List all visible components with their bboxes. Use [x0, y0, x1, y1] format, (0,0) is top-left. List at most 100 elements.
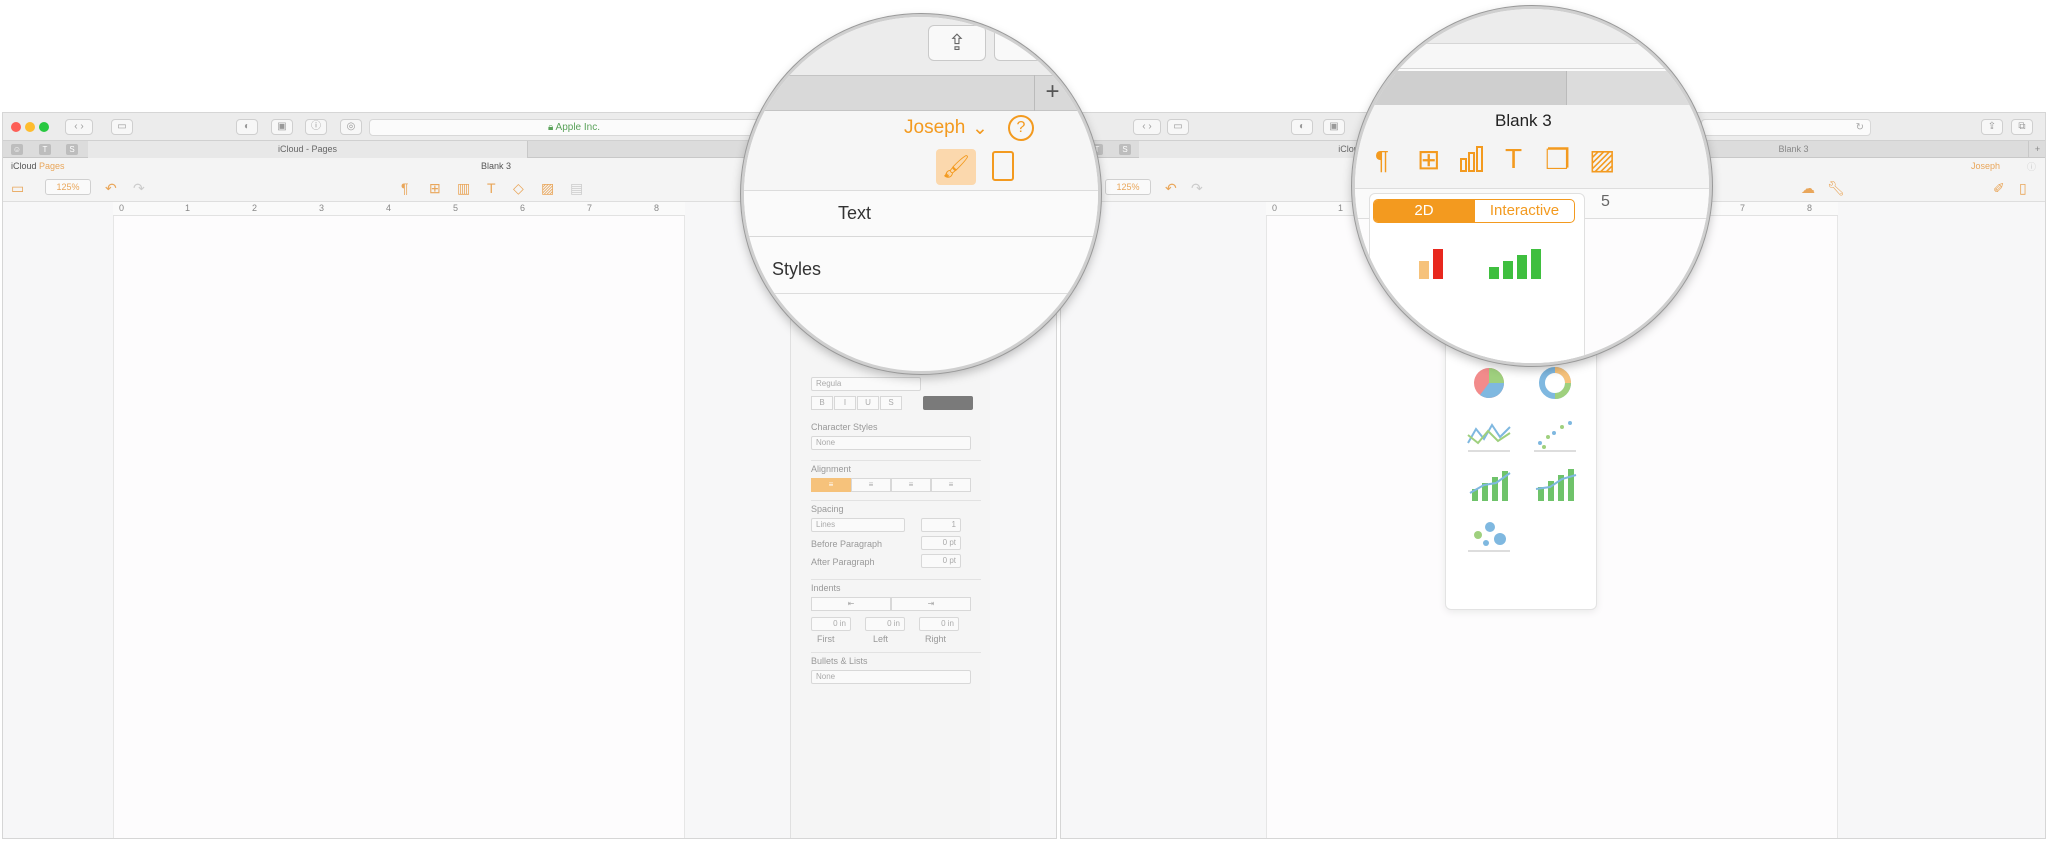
back-forward-buttons[interactable]: ‹ ›	[65, 119, 93, 135]
tabs-overview-button[interactable]	[994, 25, 1074, 61]
tab-text[interactable]: Text	[838, 203, 871, 224]
bullets-lists-select[interactable]: None	[811, 670, 971, 684]
bubble-chart-icon[interactable]	[1466, 513, 1512, 553]
bold-button[interactable]: B	[811, 396, 833, 410]
privacy-icon[interactable]: ◎	[340, 119, 362, 135]
stacked-column-chart-icon[interactable]	[1485, 247, 1545, 279]
format-brush-icon[interactable]: ✐	[1993, 180, 2005, 196]
new-tab-button[interactable]: +	[1034, 75, 1070, 111]
media-icon[interactable]: ▨	[1589, 143, 1615, 176]
reader-icon[interactable]: ◐	[236, 119, 258, 135]
address-bar[interactable]: 🔒︎ Apple Inc.	[369, 119, 779, 136]
character-styles-select[interactable]: None	[811, 436, 971, 450]
spacing-value-field[interactable]: 1	[921, 518, 961, 532]
document-setup-icon[interactable]	[992, 151, 1014, 181]
increase-indent-button[interactable]: ⇥	[891, 597, 971, 611]
font-style-select[interactable]: Regula	[811, 377, 921, 391]
tabs-overview-icon[interactable]: ⧉	[2011, 119, 2033, 135]
redo-icon[interactable]: ↷	[133, 180, 145, 196]
undo-icon[interactable]: ↶	[105, 180, 117, 196]
pie-chart-icon[interactable]	[1466, 363, 1512, 403]
collaborate-icon[interactable]: ☁	[1801, 180, 1815, 196]
two-axis-chart-icon[interactable]	[1532, 463, 1578, 503]
format-brush-icon[interactable]: 🖌︎	[936, 149, 976, 185]
indent-left-label: Left	[873, 634, 889, 644]
minimize-window-button[interactable]	[25, 122, 35, 132]
zoom-select[interactable]: 125%	[45, 179, 91, 195]
tab-icloud-pages[interactable]	[1375, 71, 1567, 105]
character-styles-label: Character Styles	[811, 422, 878, 432]
segment-2d[interactable]: 2D	[1374, 200, 1474, 222]
help-icon[interactable]: ?	[1008, 115, 1034, 141]
bookmark-icon-2[interactable]: S	[66, 144, 78, 155]
document-page[interactable]	[113, 216, 685, 838]
zoom-select[interactable]: 125%	[1105, 179, 1151, 195]
favorite-icon[interactable]: ☺	[11, 144, 23, 155]
spacing-mode-select[interactable]: Lines	[811, 518, 905, 532]
table-icon[interactable]: ⊞	[1417, 143, 1440, 176]
icloud-brand[interactable]: iCloud	[11, 161, 37, 171]
share-icon[interactable]: ⇪	[928, 25, 986, 61]
lock-icon[interactable]: ▣	[1323, 119, 1345, 135]
paragraph-icon[interactable]: ¶	[1375, 145, 1389, 176]
align-left-button[interactable]: ≡	[811, 478, 851, 492]
undo-icon[interactable]: ↶	[1165, 180, 1177, 196]
shape-icon[interactable]: ◇	[513, 180, 524, 196]
underline-button[interactable]: U	[857, 396, 879, 410]
info-icon[interactable]: ⓘ	[305, 119, 327, 135]
column-chart-icon[interactable]	[1415, 247, 1465, 279]
segment-interactive[interactable]: Interactive	[1474, 200, 1574, 222]
indent-right-field[interactable]: 0 in	[919, 617, 959, 631]
user-name[interactable]: Joseph	[1971, 161, 2000, 171]
magnified-address-bar[interactable]	[1365, 43, 1705, 69]
shape-icon[interactable]: ❐	[1545, 143, 1570, 176]
chart-icon[interactable]	[1459, 145, 1485, 173]
close-window-button[interactable]	[11, 122, 21, 132]
indent-left-field[interactable]: 0 in	[865, 617, 905, 631]
align-right-button[interactable]: ≡	[891, 478, 931, 492]
text-icon[interactable]: T	[1505, 143, 1522, 175]
mixed-chart-icon[interactable]	[1466, 463, 1512, 503]
bookmark-icon[interactable]: T	[39, 144, 51, 155]
media-icon[interactable]: ▨	[541, 180, 554, 196]
view-icon[interactable]: ▭	[11, 180, 24, 196]
zoom-window-button[interactable]	[39, 122, 49, 132]
text-color-swatch[interactable]	[923, 396, 973, 410]
table-icon[interactable]: ⊞	[429, 180, 441, 196]
tab-icloud-pages[interactable]: iCloud - Pages	[88, 141, 528, 158]
chart-icon[interactable]: ▥	[457, 180, 470, 196]
redo-icon[interactable]: ↷	[1191, 180, 1203, 196]
italic-button[interactable]: I	[834, 396, 856, 410]
paragraph-icon[interactable]: ¶	[401, 180, 409, 196]
sidebar-toggle-icon[interactable]: ▭	[111, 119, 133, 135]
indent-first-field[interactable]: 0 in	[811, 617, 851, 631]
before-paragraph-field[interactable]: 0 pt	[921, 536, 961, 550]
new-tab-button[interactable]: +	[2029, 141, 2045, 158]
decrease-indent-button[interactable]: ⇤	[811, 597, 891, 611]
donut-chart-icon[interactable]	[1532, 363, 1578, 403]
comment-icon[interactable]: ▤	[570, 180, 583, 196]
reader-icon[interactable]: ◐	[1291, 119, 1313, 135]
reload-icon[interactable]: ↻	[1701, 119, 1871, 136]
strikethrough-button[interactable]: S	[880, 396, 902, 410]
pages-app-name[interactable]: Pages	[39, 161, 65, 171]
divider	[811, 579, 981, 580]
justify-button[interactable]: ≡	[931, 478, 971, 492]
sidebar-toggle-icon[interactable]: ▭	[1167, 119, 1189, 135]
scatter-chart-icon[interactable]	[1532, 413, 1578, 453]
user-name[interactable]: Joseph	[904, 117, 965, 139]
back-forward-buttons[interactable]: ‹ ›	[1133, 119, 1161, 135]
share-icon[interactable]: ⇪	[1981, 119, 2003, 135]
text-icon[interactable]: T	[487, 180, 496, 196]
lock-icon[interactable]: ▣	[271, 119, 293, 135]
help-icon[interactable]: ⓘ	[2027, 160, 2036, 173]
tools-icon[interactable]: 🔧︎	[1827, 180, 1845, 196]
line-chart-icon[interactable]	[1466, 413, 1512, 453]
styles-heading: Styles	[772, 259, 822, 279]
chevron-down-icon[interactable]: ⌄	[972, 117, 988, 140]
after-paragraph-field[interactable]: 0 pt	[921, 554, 961, 568]
align-center-button[interactable]: ≡	[851, 478, 891, 492]
document-icon[interactable]: ▯	[2019, 180, 2027, 196]
bookmark-icon-2[interactable]: S	[1119, 144, 1131, 155]
bullets-lists-label: Bullets & Lists	[811, 656, 868, 666]
